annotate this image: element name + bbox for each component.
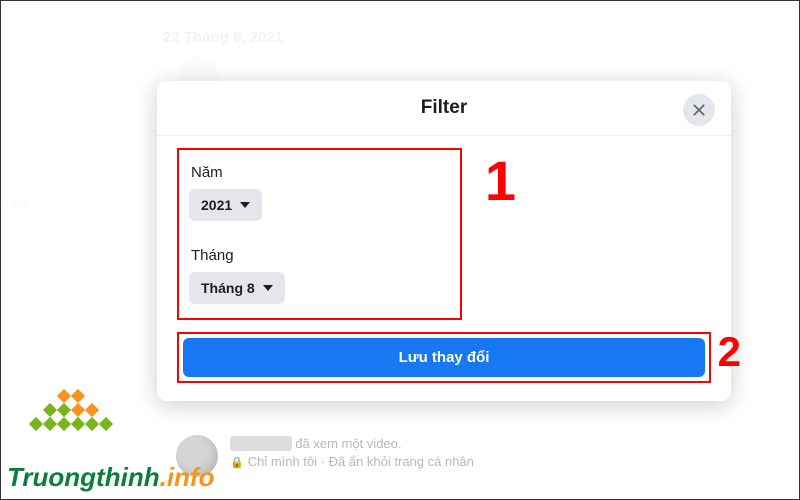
filter-modal: Filter Năm 2021 Tháng Tháng 8 1 Lưu thay… [157,81,731,401]
save-button[interactable]: Lưu thay đổi [183,338,705,377]
close-button[interactable] [683,94,715,126]
close-icon [692,103,706,117]
caret-down-icon [263,285,273,291]
filter-fields-highlight: Năm 2021 Tháng Tháng 8 1 [177,148,462,320]
month-label: Tháng [191,247,450,264]
watermark-logo [21,379,121,441]
year-label: Năm [191,164,450,181]
background-feed-item: Truy thanh đã xem một video. 🔒Chỉ mình t… [176,435,474,477]
save-button-highlight: Lưu thay đổi 2 [177,332,711,383]
feed-text: Truy thanh đã xem một video. 🔒Chỉ mình t… [230,435,474,472]
modal-title: Filter [421,97,467,119]
watermark-suffix: .info [160,462,215,492]
lock-icon: 🔒 [230,457,244,469]
year-value: 2021 [201,197,232,213]
watermark-brand: Truongthinh [7,462,160,492]
annotation-callout-1: 1 [485,148,516,213]
year-dropdown[interactable]: 2021 [189,189,262,221]
caret-down-icon [240,202,250,208]
feed-line-2: Chỉ mình tôi · Đã ẩn khỏi trang cá nhân [248,454,474,469]
month-dropdown[interactable]: Tháng 8 [189,272,285,304]
month-value: Tháng 8 [201,280,255,296]
watermark-text: Truongthinh.info [7,462,214,493]
annotation-callout-2: 2 [718,328,741,376]
feed-line-1: đã xem một video. [292,436,402,451]
modal-header: Filter [157,81,731,136]
